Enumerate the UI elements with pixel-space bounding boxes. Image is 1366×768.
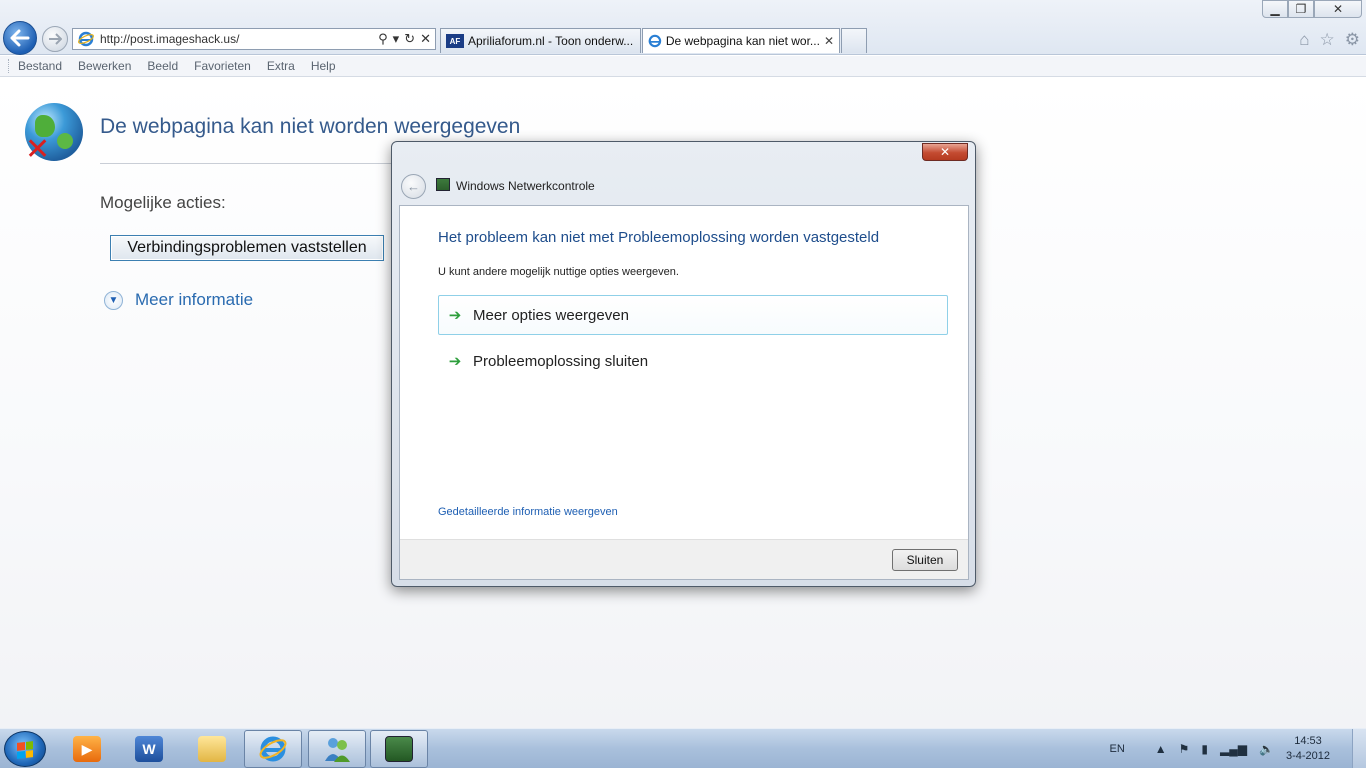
word-icon: W xyxy=(135,736,163,762)
dialog-body: Het probleem kan niet met Probleemoploss… xyxy=(399,205,969,580)
tab-label: De webpagina kan niet wor... xyxy=(665,34,820,48)
menu-grip xyxy=(8,59,10,73)
menu-beeld[interactable]: Beeld xyxy=(147,59,178,73)
sluiten-button[interactable]: Sluiten xyxy=(892,549,958,571)
messenger-people-icon xyxy=(325,738,350,762)
diagnose-connection-button[interactable]: Verbindingsproblemen vaststellen xyxy=(110,235,384,261)
page-title: De webpagina kan niet worden weergegeven xyxy=(100,115,521,138)
start-button[interactable] xyxy=(4,731,46,767)
new-tab-button[interactable] xyxy=(841,28,867,53)
taskbar-explorer[interactable] xyxy=(183,730,241,768)
battery-icon[interactable]: ▮ xyxy=(1201,742,1208,756)
network-diagnostics-icon xyxy=(385,736,413,762)
dialog-subtext: U kunt andere mogelijk nuttige opties we… xyxy=(438,266,679,278)
command-label: Meer opties weergeven xyxy=(473,306,629,324)
favorites-star-icon[interactable]: ☆ xyxy=(1320,30,1335,50)
chevron-down-icon[interactable]: ▼ xyxy=(104,290,123,310)
gear-icon[interactable]: ⚙ xyxy=(1345,30,1360,50)
network-diagnostics-icon xyxy=(436,178,450,191)
dropdown-icon[interactable]: ▾ xyxy=(393,31,400,47)
close-tab-icon[interactable]: ✕ xyxy=(820,34,834,48)
tab-error-page[interactable]: De webpagina kan niet wor... ✕ xyxy=(642,28,840,53)
taskbar-word[interactable]: W xyxy=(120,730,178,768)
minimize-button[interactable]: ▁ xyxy=(1262,0,1288,18)
windows-logo-icon xyxy=(17,741,33,759)
home-icon[interactable]: ⌂ xyxy=(1299,30,1309,50)
detailed-info-link[interactable]: Gedetailleerde informatie weergeven xyxy=(438,506,618,518)
network-diagnostics-dialog: ✕ ← Windows Netwerkcontrole Het probleem… xyxy=(391,141,976,587)
show-hidden-icons[interactable]: ▲ xyxy=(1155,742,1167,756)
dialog-footer: Sluiten xyxy=(400,539,968,579)
taskbar-network-diagnostics[interactable] xyxy=(370,730,428,768)
more-info-link[interactable]: ▼ Meer informatie xyxy=(104,290,253,310)
menu-bewerken[interactable]: Bewerken xyxy=(78,59,131,73)
volume-icon[interactable]: 🔈 xyxy=(1259,742,1274,756)
forward-button[interactable] xyxy=(42,26,68,52)
command-label: Probleemoplossing sluiten xyxy=(473,352,649,370)
error-x-icon: ✕ xyxy=(25,133,51,166)
arrow-left-icon xyxy=(10,29,30,47)
system-tray: EN ▲ ⚑ ▮ ▂▄▆ 🔈 14:53 3-4-2012 xyxy=(1109,729,1366,768)
dialog-close-button[interactable]: ✕ xyxy=(922,143,968,161)
tab-apriliaforum[interactable]: AF Apriliaforum.nl - Toon onderw... xyxy=(440,28,641,53)
refresh-icon[interactable]: ↻ xyxy=(404,31,415,47)
menu-bestand[interactable]: Bestand xyxy=(18,59,62,73)
internet-explorer-icon xyxy=(259,736,287,762)
taskbar: ▶ W EN ▲ ⚑ ▮ ▂▄▆ 🔈 14:53 3-4-2012 xyxy=(0,728,1366,768)
clock-time: 14:53 xyxy=(1294,735,1322,747)
more-options-command[interactable]: ➔ Meer opties weergeven xyxy=(438,295,948,335)
divider xyxy=(100,163,400,164)
dialog-back-button[interactable]: ← xyxy=(401,174,426,199)
back-button[interactable] xyxy=(3,21,37,55)
ie-page-icon xyxy=(78,31,94,47)
show-desktop-button[interactable] xyxy=(1352,729,1366,768)
arrow-right-icon xyxy=(49,33,62,45)
menu-extra[interactable]: Extra xyxy=(267,59,295,73)
green-arrow-icon: ➔ xyxy=(448,353,462,370)
arrow-left-icon: ← xyxy=(407,179,420,194)
action-center-flag-icon[interactable]: ⚑ xyxy=(1179,742,1190,756)
close-window-button[interactable]: ✕ xyxy=(1314,0,1362,18)
tab-label: Apriliaforum.nl - Toon onderw... xyxy=(468,34,634,48)
restore-button[interactable]: ❐ xyxy=(1288,0,1314,18)
menu-help[interactable]: Help xyxy=(311,59,336,73)
media-player-icon: ▶ xyxy=(73,736,101,762)
browser-titlebar: http://post.imageshack.us/ ⚲ ▾ ↻ ✕ AF Ap… xyxy=(0,0,1366,55)
dialog-heading: Het probleem kan niet met Probleemoploss… xyxy=(438,229,880,246)
language-indicator[interactable]: EN xyxy=(1109,743,1124,755)
taskbar-internet-explorer[interactable] xyxy=(244,730,302,768)
menu-favorieten[interactable]: Favorieten xyxy=(194,59,251,73)
clock-date: 3-4-2012 xyxy=(1285,750,1330,762)
network-signal-icon[interactable]: ▂▄▆ xyxy=(1220,742,1247,756)
dialog-title: Windows Netwerkcontrole xyxy=(456,179,595,193)
af-logo-icon: AF xyxy=(446,34,464,48)
url-text[interactable]: http://post.imageshack.us/ xyxy=(100,32,378,46)
more-info-label[interactable]: Meer informatie xyxy=(135,290,253,310)
address-bar[interactable]: http://post.imageshack.us/ ⚲ ▾ ↻ ✕ xyxy=(72,28,436,50)
stop-icon[interactable]: ✕ xyxy=(420,31,431,47)
menu-bar: Bestand Bewerken Beeld Favorieten Extra … xyxy=(0,56,1366,77)
green-arrow-icon: ➔ xyxy=(448,307,462,324)
close-troubleshooter-command[interactable]: ➔ Probleemoplossing sluiten xyxy=(438,341,948,381)
folder-icon xyxy=(198,736,226,762)
ie-page-icon xyxy=(648,34,662,48)
taskbar-media-player[interactable]: ▶ xyxy=(58,730,116,768)
clock[interactable]: 14:53 3-4-2012 xyxy=(1286,734,1330,764)
search-icon[interactable]: ⚲ xyxy=(378,31,388,47)
taskbar-messenger[interactable] xyxy=(308,730,366,768)
actions-label: Mogelijke acties: xyxy=(100,193,226,212)
